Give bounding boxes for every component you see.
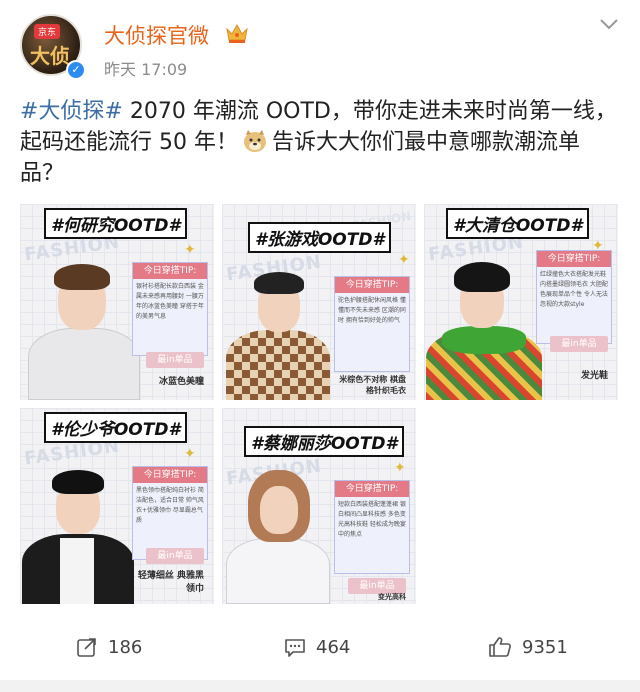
image-grid: FASHION #何研究OOTD# ✦ 今日穿搭TIP: 银衬衫搭配长款白西装 … — [20, 204, 618, 604]
action-bar: 186 464 9351 — [0, 626, 640, 670]
pick-label: 最in单品 — [146, 548, 204, 564]
tile-title: #大清仓OOTD# — [446, 208, 590, 239]
image-tile-5[interactable]: FASHION #蔡娜丽莎OOTD# ✦ 今日穿搭TIP: 短款白西装搭配蓬蓬裙… — [222, 408, 416, 604]
like-button[interactable]: 9351 — [488, 632, 568, 662]
comment-button[interactable]: 464 — [284, 632, 350, 662]
user-name[interactable]: 大侦探官微 — [104, 20, 209, 50]
tip-text: 黑色领巾搭配纯白衬衫 简洁配色，适合日常 帅气风衣+优雅领巾 尽显霸总气质 — [136, 487, 204, 524]
tip-card: 今日穿搭TIP: 驼色护腰搭配休闲风格 懂懂而不失未来感 区潮的同时 拥有恰到好… — [334, 276, 410, 372]
post-text: #大侦探# 2070 年潮流 OOTD，带你走进未来时尚第一线，起码还能流行 5… — [20, 96, 620, 189]
tip-card: 今日穿搭TIP: 黑色领巾搭配纯白衬衫 简洁配色，适合日常 帅气风衣+优雅领巾 … — [132, 466, 208, 560]
chevron-down-icon[interactable] — [598, 16, 620, 32]
person-figure — [222, 456, 334, 604]
tip-card: 今日穿搭TIP: 银衬衫搭配长款白西装 金属未来感再用腰封 一腰万年的冰蓝色美瞳… — [132, 262, 208, 356]
person-figure — [24, 250, 144, 400]
tip-text: 红绿撞色大衣搭配发光鞋 内搭墨绿圆领毛衣 大胆配色展现单品个性 令人无法忽视的大… — [540, 271, 608, 308]
crown-icon[interactable] — [225, 22, 249, 44]
tip-heading: 今日穿搭TIP: — [335, 277, 409, 293]
image-tile-1[interactable]: FASHION #何研究OOTD# ✦ 今日穿搭TIP: 银衬衫搭配长款白西装 … — [20, 204, 214, 400]
tile-title: #伦少爷OOTD# — [44, 412, 188, 443]
image-tile-4[interactable]: FASHION #伦少爷OOTD# ✦ 今日穿搭TIP: 黑色领巾搭配纯白衬衫 … — [20, 408, 214, 604]
tip-text: 短款白西装搭配蓬蓬裙 银白相间凸显科技感 多色变光高科技鞋 轻松成为晚宴中的焦点 — [338, 501, 406, 538]
tip-text: 银衬衫搭配长款白西装 金属未来感再用腰封 一腰万年的冰蓝色美瞳 穿搭于年的美男气… — [136, 283, 204, 320]
sparkle-icon: ✦ — [184, 446, 196, 462]
pick-item: 米棕色不对称 棋盘格针织毛衣 — [339, 375, 406, 395]
pick-item: 轻薄细丝 典雅黑领巾 — [137, 571, 204, 594]
sparkle-icon: ✦ — [394, 460, 406, 476]
post-time: 昨天 17:09 — [104, 60, 188, 79]
tip-heading: 今日穿搭TIP: — [537, 251, 611, 267]
tip-text: 驼色护腰搭配休闲风格 懂懂而不失未来感 区潮的同时 拥有恰到好处的帅气 — [338, 297, 406, 324]
image-tile-2[interactable]: FASHION FASHION #张游戏OOTD# ✦ 今日穿搭TIP: 驼色护… — [222, 204, 416, 400]
pick-item: 发光鞋 — [580, 371, 608, 381]
person-figure — [222, 260, 334, 400]
pick-label: 最in单品 — [550, 336, 608, 352]
sparkle-icon: ✦ — [184, 242, 196, 258]
pick-label: 最in单品 — [146, 352, 204, 368]
hashtag-link[interactable]: #大侦探# — [20, 99, 123, 124]
pick-item: 冰蓝色美瞳 — [158, 377, 204, 387]
person-figure — [424, 250, 544, 400]
comment-icon — [285, 639, 305, 657]
sparkle-icon: ✦ — [398, 252, 410, 268]
like-count: 9351 — [522, 636, 568, 658]
repost-button[interactable]: 186 — [76, 632, 142, 662]
repost-icon — [77, 638, 96, 657]
tip-card: 今日穿搭TIP: 红绿撞色大衣搭配发光鞋 内搭墨绿圆领毛衣 大胆配色展现单品个性… — [536, 250, 612, 344]
like-icon — [489, 637, 511, 657]
repost-count: 186 — [108, 636, 143, 658]
tip-heading: 今日穿搭TIP: — [133, 467, 207, 483]
comment-count: 464 — [316, 636, 351, 658]
avatar-brand: 京东 — [34, 24, 61, 39]
tile-title: #张游戏OOTD# — [248, 222, 392, 253]
person-figure — [20, 458, 136, 604]
post-header: 京东 大侦探 ✓ 大侦探官微 昨天 17:09 — [0, 0, 640, 88]
tile-title: #何研究OOTD# — [44, 208, 188, 239]
tile-title: #蔡娜丽莎OOTD# — [244, 426, 405, 457]
doge-emoji-icon — [243, 130, 266, 152]
avatar[interactable]: 京东 大侦探 ✓ — [20, 14, 86, 80]
verified-icon: ✓ — [66, 60, 86, 80]
tip-heading: 今日穿搭TIP: — [133, 263, 207, 279]
feed-divider — [0, 680, 640, 692]
image-tile-3[interactable]: FASHION #大清仓OOTD# ✦ 今日穿搭TIP: 红绿撞色大衣搭配发光鞋… — [424, 204, 618, 400]
tip-heading: 今日穿搭TIP: — [335, 481, 409, 497]
pick-item: 变光高科 — [378, 593, 406, 601]
tip-card: 今日穿搭TIP: 短款白西装搭配蓬蓬裙 银白相间凸显科技感 多色变光高科技鞋 轻… — [334, 480, 410, 574]
